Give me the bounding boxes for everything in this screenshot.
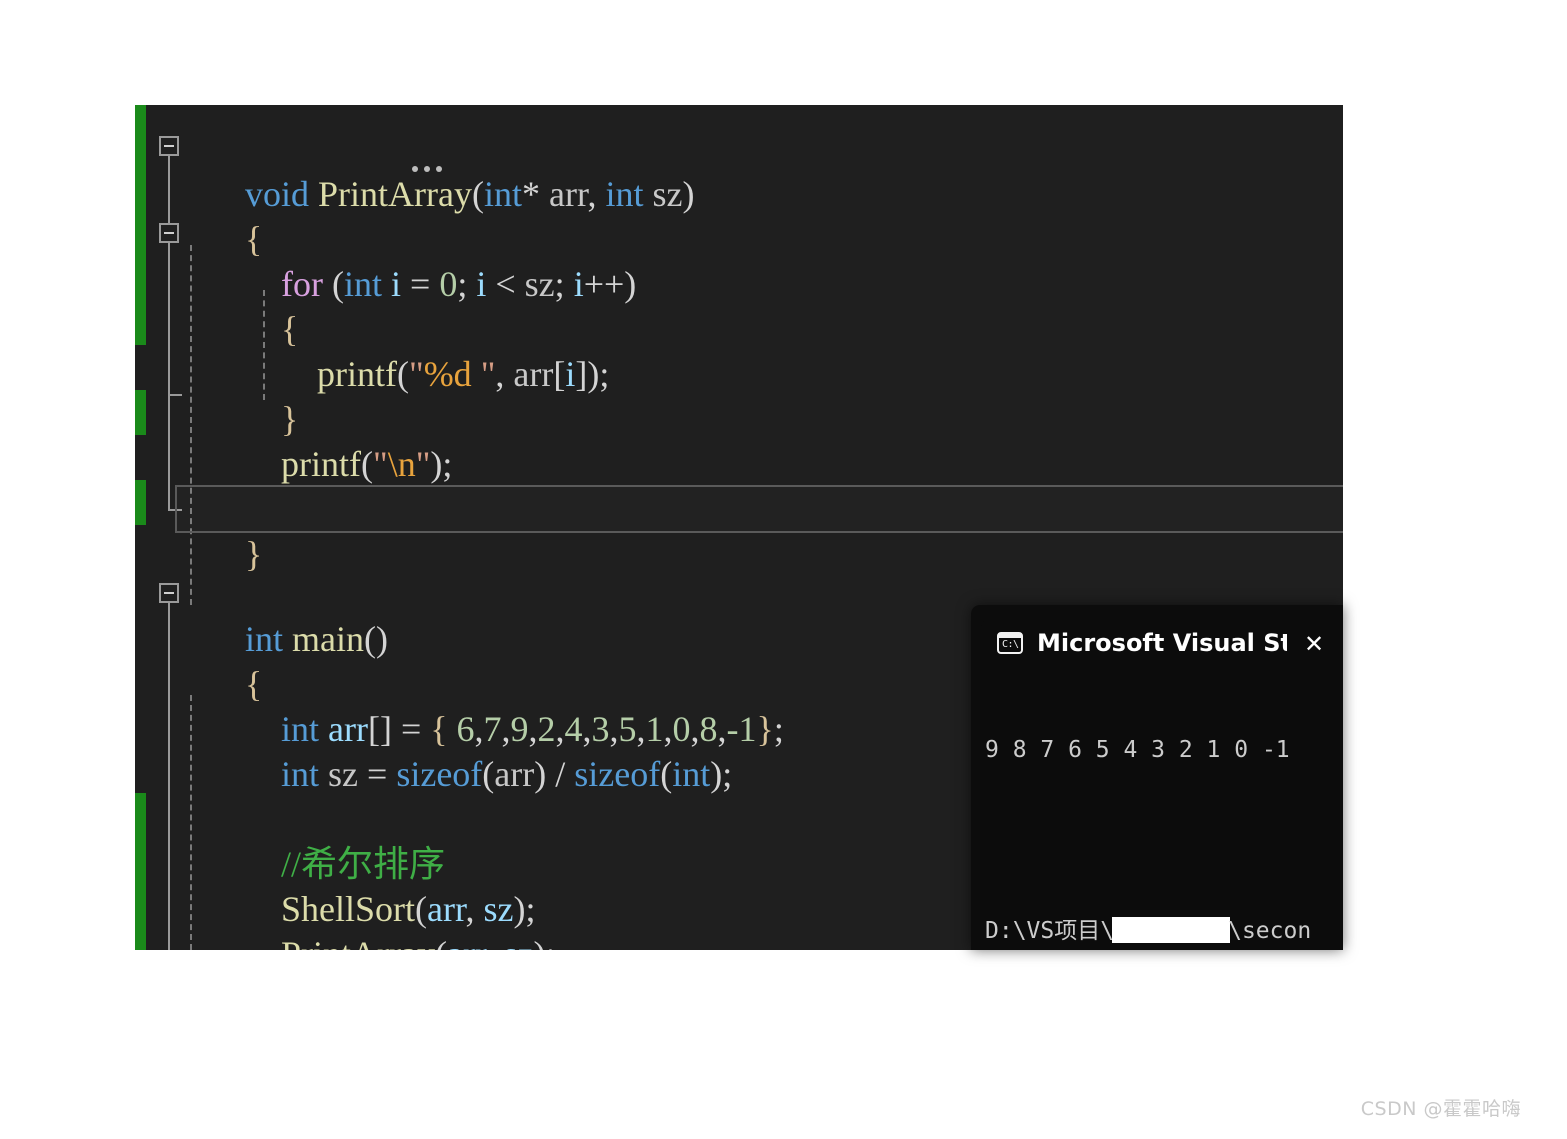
console-output-numbers: 9 8 7 6 5 4 3 2 1 0 -1 xyxy=(985,737,1290,763)
command-prompt-icon: C:\ xyxy=(997,632,1023,654)
console-output: 9 8 7 6 5 4 3 2 1 0 -1 D:\VS项目\\secon 按任… xyxy=(985,673,1343,950)
close-icon[interactable]: ✕ xyxy=(1299,629,1329,659)
console-path-prefix: D:\VS项目\ xyxy=(985,918,1115,944)
csdn-watermark: CSDN @霍霍哈嗨 xyxy=(1360,1098,1521,1120)
console-path-suffix: \secon xyxy=(1228,918,1312,944)
console-window[interactable]: C:\ Microsoft Visual Studio ✕ 9 8 7 6 5 … xyxy=(971,605,1343,950)
token-function-printf: printf xyxy=(317,354,397,394)
console-path-line: D:\VS项目\ \secon xyxy=(985,916,1343,947)
code-line: PrintArray(arr, sz); xyxy=(191,887,555,950)
token-function-main: main xyxy=(292,619,364,659)
console-window-title: Microsoft Visual Studio xyxy=(1037,629,1287,657)
redaction-block xyxy=(1112,917,1231,943)
token-function-printarray: PrintArray xyxy=(318,174,472,214)
intellisense-hint-dots[interactable] xyxy=(412,166,442,172)
console-title-bar[interactable]: C:\ Microsoft Visual Studio ✕ xyxy=(981,619,1343,667)
